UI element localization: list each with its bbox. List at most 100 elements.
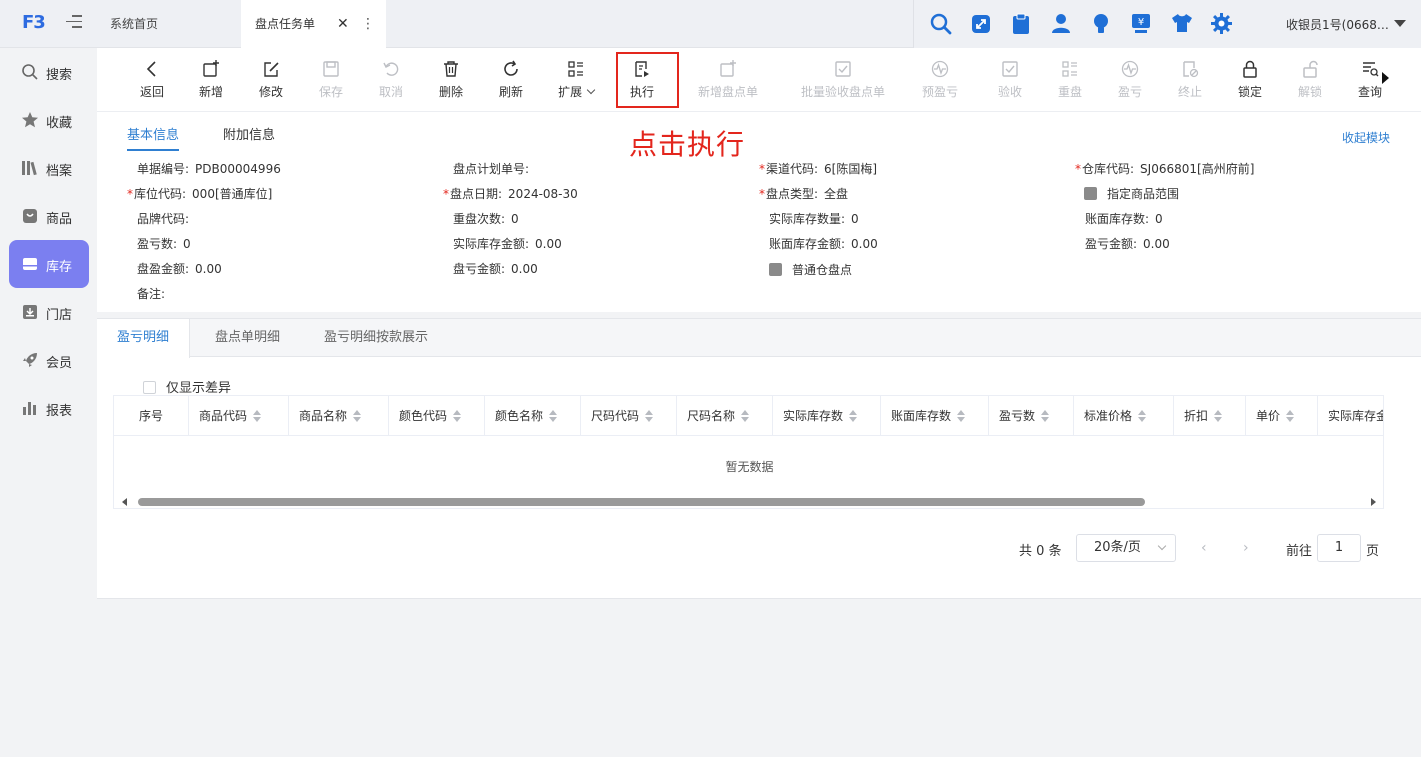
col-color-name[interactable]: 颜色名称: [485, 396, 581, 436]
horizontal-scrollbar[interactable]: [114, 494, 1383, 508]
pre-profit-button[interactable]: 预盈亏: [920, 56, 960, 106]
col-unit-price[interactable]: 单价: [1246, 396, 1318, 436]
tab-stocktake-task[interactable]: 盘点任务单 ✕ ⋮: [241, 0, 386, 48]
page-size-select[interactable]: 20条/页: [1076, 534, 1176, 562]
field-label: 盈亏金额:: [1085, 237, 1138, 251]
terminate-label: 终止: [1177, 85, 1202, 99]
lock-button[interactable]: 锁定: [1232, 56, 1268, 106]
col-actual-qty[interactable]: 实际库存数: [773, 396, 881, 436]
sidebar-item-member[interactable]: 会员: [9, 336, 89, 384]
specify-range-checkbox[interactable]: 指定商品范围: [1084, 185, 1179, 202]
scroll-thumb[interactable]: [138, 498, 1145, 506]
col-book-qty[interactable]: 账面库存数: [881, 396, 989, 436]
unlock-button[interactable]: 解锁: [1292, 56, 1328, 106]
expand-dropdown[interactable]: 扩展: [553, 56, 599, 106]
page-number-input[interactable]: 1: [1317, 534, 1361, 562]
tab-extra-info[interactable]: 附加信息: [223, 124, 275, 143]
sort-icon[interactable]: [849, 410, 858, 422]
sidebar-item-favorites[interactable]: 收藏: [9, 96, 89, 144]
sort-icon[interactable]: [645, 410, 654, 422]
sort-icon[interactable]: [741, 410, 750, 422]
sort-icon[interactable]: [1138, 410, 1147, 422]
close-icon[interactable]: ✕: [337, 0, 349, 48]
sidebar-item-inventory[interactable]: 库存: [9, 240, 89, 288]
sort-icon[interactable]: [1041, 410, 1050, 422]
sidebar-item-report[interactable]: 报表: [9, 384, 89, 432]
save-button[interactable]: 保存: [313, 56, 349, 106]
sidebar-item-search[interactable]: 搜索: [9, 48, 89, 96]
accept-button[interactable]: 验收: [992, 56, 1028, 106]
new-stocktake-button[interactable]: 新增盘点单: [695, 56, 761, 106]
back-button[interactable]: 返回: [133, 56, 171, 106]
chevron-left-icon: [146, 61, 156, 77]
next-page-button[interactable]: ›: [1243, 540, 1249, 556]
col-color-code[interactable]: 颜色代码: [389, 396, 485, 436]
fullscreen-icon[interactable]: [971, 14, 991, 34]
tab-home[interactable]: 系统首页: [98, 0, 240, 48]
recheck-button[interactable]: 重盘: [1052, 56, 1088, 106]
normal-check-checkbox[interactable]: 普通仓盘点: [769, 261, 852, 278]
sort-icon[interactable]: [549, 410, 558, 422]
col-size-name[interactable]: 尺码名称: [677, 396, 773, 436]
field-label: 渠道代码:: [766, 162, 819, 176]
cancel-button[interactable]: 取消: [373, 56, 409, 106]
sort-icon[interactable]: [253, 410, 262, 422]
shirt-icon[interactable]: [1171, 13, 1193, 33]
caret-down-icon[interactable]: [1394, 20, 1406, 27]
add-icon: [203, 60, 219, 77]
field-value: 0.00: [1143, 237, 1170, 251]
terminate-button[interactable]: 终止: [1172, 56, 1208, 106]
sidebar-item-label: 会员: [46, 356, 73, 371]
tab-basic-info[interactable]: 基本信息: [127, 124, 180, 151]
field-label: 账面库存金额:: [769, 237, 846, 251]
bulb-icon[interactable]: [1092, 13, 1110, 35]
col-goods-name[interactable]: 商品名称: [289, 396, 389, 436]
field-recheck-times: 重盘次数: 0: [453, 210, 519, 227]
batch-accept-label: 批量验收盘点单: [800, 85, 885, 99]
tab-profit-loss-detail[interactable]: 盈亏明细: [97, 319, 191, 358]
refresh-button[interactable]: 刷新: [493, 56, 529, 106]
batch-accept-button[interactable]: 批量验收盘点单: [798, 56, 888, 106]
lock-icon: [1243, 60, 1257, 78]
col-actual-amount[interactable]: 实际库存金: [1318, 396, 1383, 436]
field-location: *库位代码: 000[普通库位]: [127, 185, 272, 202]
search-icon[interactable]: [930, 13, 952, 35]
required-mark: *: [759, 187, 765, 201]
sort-icon[interactable]: [353, 410, 362, 422]
prev-page-button[interactable]: ‹: [1201, 540, 1207, 556]
sort-icon[interactable]: [1214, 410, 1223, 422]
tab-profit-loss-by-style[interactable]: 盈亏明细按款展示: [304, 319, 448, 357]
col-standard-price[interactable]: 标准价格: [1074, 396, 1174, 436]
add-button[interactable]: 新增: [193, 56, 229, 106]
profit-loss-button[interactable]: 盈亏: [1112, 56, 1148, 106]
toolbar-scroll-right-icon[interactable]: [1382, 72, 1389, 84]
clipboard-icon[interactable]: [1011, 13, 1031, 35]
field-value: 全盘: [824, 187, 849, 201]
gear-icon[interactable]: [1211, 13, 1232, 34]
edit-button[interactable]: 修改: [253, 56, 289, 106]
collapse-module-link[interactable]: 收起模块: [1342, 129, 1390, 146]
sort-icon[interactable]: [957, 410, 966, 422]
col-discount[interactable]: 折扣: [1174, 396, 1246, 436]
col-loss-qty[interactable]: 盈亏数: [989, 396, 1074, 436]
diff-only-checkbox[interactable]: 仅显示差异: [143, 377, 231, 396]
delete-button[interactable]: 删除: [433, 56, 469, 106]
col-seq[interactable]: 序号: [114, 396, 189, 436]
more-icon[interactable]: ⋮: [361, 0, 375, 48]
sidebar-item-goods[interactable]: 商品: [9, 192, 89, 240]
col-goods-code[interactable]: 商品代码: [189, 396, 289, 436]
sort-icon[interactable]: [1286, 410, 1295, 422]
scroll-right-icon[interactable]: [1371, 498, 1376, 506]
col-size-code[interactable]: 尺码代码: [581, 396, 677, 436]
sidebar-item-archive[interactable]: 档案: [9, 144, 89, 192]
field-deficit-amount: 盘亏金额: 0.00: [453, 260, 538, 277]
empty-data-text: 暂无数据: [725, 460, 774, 474]
user-icon[interactable]: [1051, 13, 1071, 34]
tab-stocktake-detail[interactable]: 盘点单明细: [195, 319, 300, 357]
user-name[interactable]: 收银员1号(0668…: [1286, 16, 1389, 33]
sort-icon[interactable]: [453, 410, 462, 422]
cashier-icon[interactable]: ¥: [1131, 13, 1151, 34]
menu-toggle-icon[interactable]: [66, 15, 82, 29]
sidebar-item-store[interactable]: 门店: [9, 288, 89, 336]
scroll-left-icon[interactable]: [122, 498, 127, 506]
